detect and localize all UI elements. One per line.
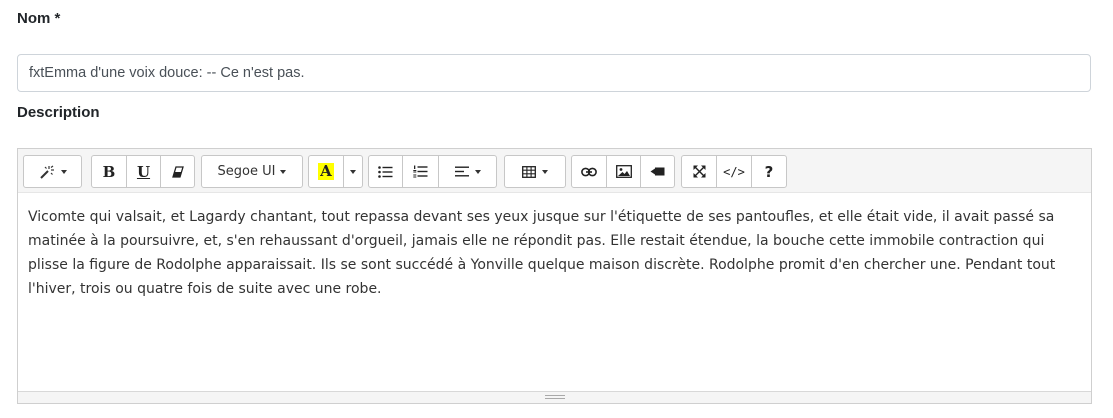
name-label: Nom * xyxy=(17,10,61,27)
unordered-list-button[interactable] xyxy=(368,155,403,188)
chevron-down-icon xyxy=(542,169,548,174)
editor-content-area[interactable]: Vicomte qui valsait, et Lagardy chantant… xyxy=(28,205,1082,301)
unordered-list-icon xyxy=(378,165,393,178)
fullscreen-icon xyxy=(693,165,706,178)
table-group xyxy=(504,155,566,188)
view-group: </> ? xyxy=(681,155,787,188)
insert-video-button[interactable] xyxy=(640,155,675,188)
chevron-down-icon xyxy=(350,169,356,174)
font-style-group: B U xyxy=(91,155,195,188)
insert-group xyxy=(571,155,675,188)
ordered-list-button[interactable] xyxy=(402,155,439,188)
description-label: Description xyxy=(17,104,100,121)
eraser-icon xyxy=(171,165,184,178)
help-icon: ? xyxy=(764,162,774,181)
insert-link-button[interactable] xyxy=(571,155,607,188)
para-group xyxy=(368,155,497,188)
editor-toolbar: B U Segoe UI A </> ? xyxy=(18,149,1091,193)
chevron-down-icon xyxy=(280,169,287,174)
rich-text-editor: B U Segoe UI A </> ? Vicomte qui valsait… xyxy=(17,148,1092,404)
font-family-value: Segoe UI xyxy=(217,164,276,179)
color-group: A xyxy=(308,155,363,188)
help-button[interactable]: ? xyxy=(751,155,787,188)
fontname-group: Segoe UI xyxy=(201,155,303,188)
image-icon xyxy=(615,165,632,178)
style-group xyxy=(23,155,82,188)
clear-format-button[interactable] xyxy=(160,155,195,188)
font-color-icon: A xyxy=(318,162,334,180)
underline-button[interactable]: U xyxy=(126,155,161,188)
table-dropdown-button[interactable] xyxy=(504,155,566,188)
style-dropdown-button[interactable] xyxy=(23,155,82,188)
code-icon: </> xyxy=(723,164,745,179)
bold-icon: B xyxy=(102,162,116,181)
align-left-icon xyxy=(454,166,469,177)
fullscreen-button[interactable] xyxy=(681,155,717,188)
underline-icon: U xyxy=(136,162,151,181)
chevron-down-icon xyxy=(474,169,481,174)
code-view-button[interactable]: </> xyxy=(716,155,752,188)
ordered-list-icon xyxy=(413,165,428,178)
table-icon xyxy=(522,165,536,178)
video-icon xyxy=(650,167,665,176)
chevron-down-icon xyxy=(60,169,67,174)
color-dropdown-button[interactable] xyxy=(343,155,363,188)
magic-wand-icon xyxy=(39,165,55,179)
resize-handle[interactable] xyxy=(544,395,565,399)
bold-button[interactable]: B xyxy=(91,155,127,188)
recent-color-button[interactable]: A xyxy=(308,155,344,188)
insert-picture-button[interactable] xyxy=(606,155,641,188)
font-family-dropdown[interactable]: Segoe UI xyxy=(201,155,303,188)
editor-statusbar xyxy=(18,391,1091,403)
link-icon xyxy=(581,167,597,177)
paragraph-dropdown-button[interactable] xyxy=(438,155,497,188)
name-input[interactable] xyxy=(17,54,1091,92)
